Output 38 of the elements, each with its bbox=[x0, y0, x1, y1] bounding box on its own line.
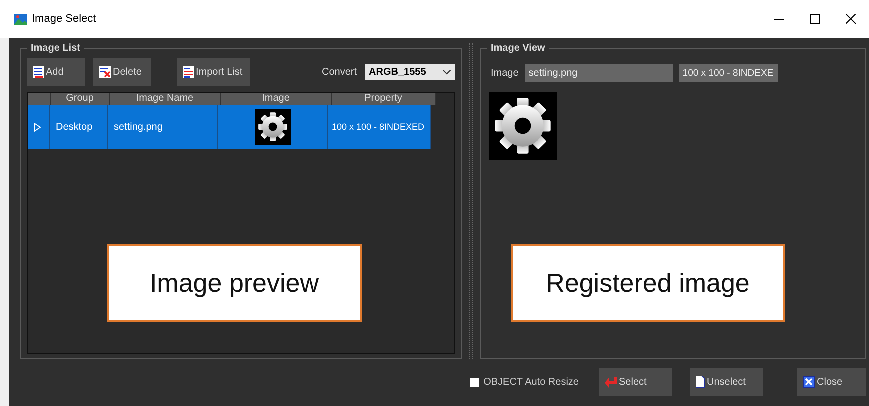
group-title: Image View bbox=[490, 43, 546, 54]
column-header[interactable]: Image bbox=[221, 93, 332, 105]
unselect-button[interactable]: Unselect bbox=[690, 368, 763, 396]
column-header[interactable]: Property bbox=[332, 93, 436, 105]
delete-button[interactable]: Delete bbox=[93, 58, 151, 86]
return-arrow-icon bbox=[605, 376, 617, 388]
window-title: Image Select bbox=[32, 13, 98, 25]
picture-icon bbox=[14, 14, 27, 24]
image-label: Image bbox=[491, 68, 519, 78]
image-name-field[interactable]: setting.png bbox=[524, 64, 673, 82]
add-button[interactable]: Add bbox=[27, 58, 85, 86]
group-title: Image List bbox=[30, 43, 82, 54]
image-property-field[interactable]: 100 x 100 - 8INDEXE bbox=[678, 64, 778, 82]
column-header[interactable]: Image Name bbox=[110, 93, 221, 105]
import-button[interactable]: Import List bbox=[177, 58, 250, 86]
checkbox-label: OBJECT Auto Resize bbox=[484, 376, 579, 388]
import-list-icon bbox=[183, 66, 194, 78]
table-cell: 100 x 100 - 8INDEXED bbox=[328, 105, 431, 149]
callout-label: Registered image bbox=[511, 244, 785, 322]
column-header[interactable]: Group bbox=[51, 93, 110, 105]
table-row[interactable]: Desktop setting.png 100 x 100 - 8INDEXED bbox=[28, 105, 454, 149]
chevron-icon bbox=[443, 70, 451, 74]
delete-list-icon bbox=[99, 66, 111, 78]
select-button[interactable]: Select bbox=[599, 368, 672, 396]
row-pointer-icon bbox=[34, 122, 41, 132]
checkbox[interactable] bbox=[470, 378, 479, 387]
convert-dropdown[interactable]: ARGB_1555 bbox=[365, 64, 455, 80]
list-icon bbox=[33, 66, 44, 78]
table-cell: setting.png bbox=[108, 105, 218, 149]
close-icon bbox=[803, 376, 815, 388]
table-cell: Desktop bbox=[50, 105, 108, 149]
close-icon[interactable] bbox=[846, 14, 856, 24]
document-icon bbox=[696, 376, 705, 388]
convert-label: Convert bbox=[322, 66, 357, 78]
callout-label: Image preview bbox=[107, 244, 362, 322]
minimize-icon[interactable] bbox=[774, 18, 784, 20]
maximize-icon[interactable] bbox=[810, 14, 820, 24]
close-button[interactable]: Close bbox=[797, 368, 866, 396]
